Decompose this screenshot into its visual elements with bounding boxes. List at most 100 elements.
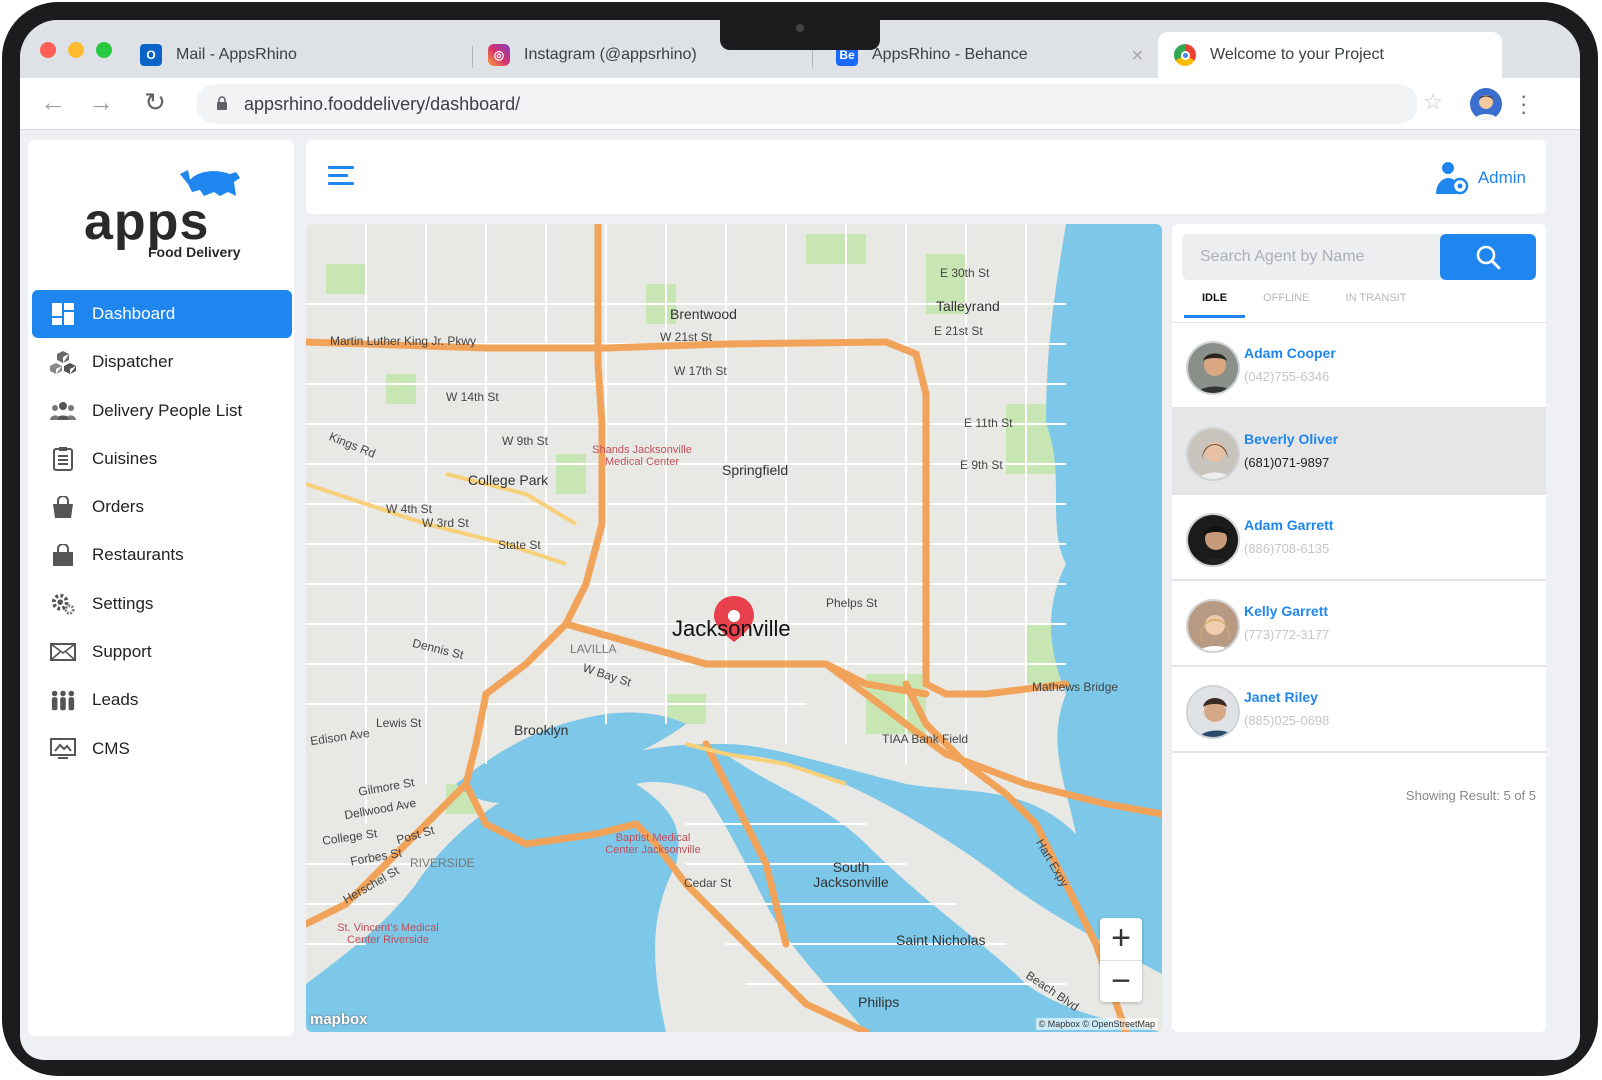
map-label-shands: Shands Jacksonville Medical Center [592, 444, 692, 468]
map-attribution[interactable]: © Mapbox © OpenStreetMap [1035, 1018, 1158, 1030]
maximize-window-button[interactable] [96, 42, 112, 58]
tab-close-icon[interactable]: ✕ [1131, 46, 1144, 66]
agent-name: Adam Cooper [1244, 345, 1336, 361]
sidebar-item-label: Dashboard [92, 304, 176, 323]
map-label-st-vincents: St. Vincent's Medical Center Riverside [337, 922, 439, 946]
minimize-window-button[interactable] [68, 42, 84, 58]
agent-name: Janet Riley [1244, 689, 1318, 705]
mapbox-logo[interactable]: mapbox [310, 1011, 368, 1028]
map-view[interactable]: Jacksonville Brentwood Talleyrand Spring… [306, 224, 1162, 1032]
sidebar-item-label: CMS [92, 738, 130, 758]
bookmark-star-icon[interactable]: ☆ [1418, 88, 1448, 118]
agent-row[interactable]: Adam Cooper (042)755-6346 [1172, 323, 1546, 409]
close-window-button[interactable] [40, 42, 56, 58]
browser-tab-project[interactable]: Welcome to your Project [1158, 32, 1502, 78]
sidebar-item-label: Delivery People List [92, 400, 243, 420]
agent-phone: (042)755-6346 [1244, 369, 1330, 384]
sidebar-item-dispatcher[interactable]: Dispatcher [32, 338, 292, 386]
top-bar: Admin [306, 140, 1546, 214]
map-label-talleyrand: Talleyrand [936, 298, 1000, 314]
admin-user-icon [1435, 162, 1469, 195]
profile-avatar[interactable] [1470, 88, 1502, 120]
map-label-cedar: Cedar St [684, 876, 732, 890]
tab-label: Instagram (@appsrhino) [524, 46, 697, 63]
sidebar-item-label: Leads [92, 690, 139, 710]
chrome-icon [1174, 44, 1196, 66]
agent-row[interactable]: Kelly Garrett (773)772-3177 [1172, 581, 1546, 667]
browser-toolbar: ← → ↻ appsrhino.fooddelivery/dashboard/ … [20, 78, 1580, 130]
agent-name: Adam Garrett [1244, 517, 1334, 533]
map-label-w17: W 17th St [674, 364, 727, 378]
admin-user-menu[interactable]: Admin [1434, 160, 1526, 196]
search-input[interactable]: Search Agent by Name [1200, 248, 1365, 266]
sidebar-item-label: Restaurants [92, 545, 184, 565]
device-frame: O Mail - AppsRhino ◎ Instagram (@appsrhi… [2, 2, 1598, 1076]
agent-row[interactable]: Adam Garrett (886)708-6135 [1172, 495, 1546, 581]
map-label-e11: E 11th St [964, 416, 1013, 430]
agent-status-tabs: IDLE OFFLINE IN TRANSIT [1184, 288, 1424, 318]
address-bar[interactable]: appsrhino.fooddelivery/dashboard/ [196, 84, 1418, 124]
map-label-riverside: RIVERSIDE [410, 856, 475, 870]
restaurants-icon [50, 542, 76, 568]
agent-name: Beverly Oliver [1244, 431, 1339, 447]
brand-logo-text: apps [84, 193, 210, 251]
sidebar-item-leads[interactable]: Leads [32, 676, 292, 724]
map-label-phelps: Phelps St [826, 596, 878, 610]
map-label-tiaa: TIAA Bank Field [882, 732, 969, 746]
map-label-saint-nicholas: Saint Nicholas [896, 932, 986, 948]
results-count: Showing Result: 5 of 5 [1405, 788, 1536, 803]
map-label-w14: W 14th St [446, 390, 499, 404]
sidebar-item-cuisines[interactable]: Cuisines [32, 435, 292, 483]
forward-arrow-icon[interactable]: → [86, 88, 116, 118]
url-text: appsrhino.fooddelivery/dashboard/ [244, 94, 521, 114]
instagram-icon: ◎ [488, 44, 510, 66]
map-label-e21: E 21st St [934, 324, 983, 338]
map-label-springfield: Springfield [722, 462, 789, 478]
map-label-e9: E 9th St [960, 458, 1003, 472]
dashboard-icon [50, 301, 76, 327]
browser-tab-mail[interactable]: O Mail - AppsRhino [124, 32, 464, 78]
reload-icon[interactable]: ↻ [140, 88, 170, 118]
zoom-out-button[interactable]: − [1100, 960, 1142, 1002]
sidebar-item-dashboard[interactable]: Dashboard [32, 290, 292, 338]
map-label-college-park: College Park [468, 472, 549, 488]
tab-idle[interactable]: IDLE [1184, 288, 1246, 318]
sidebar-item-restaurants[interactable]: Restaurants [32, 531, 292, 579]
avatar [1186, 599, 1240, 653]
sidebar-item-support[interactable]: Support [32, 628, 292, 676]
tab-label: Welcome to your Project [1210, 46, 1384, 63]
map-label-w3: W 3rd St [422, 516, 469, 530]
tab-label: AppsRhino - Behance [872, 46, 1028, 63]
avatar [1186, 685, 1240, 739]
map-city-label: Jacksonville [672, 616, 791, 641]
sidebar-item-delivery-people[interactable]: Delivery People List [32, 387, 292, 435]
sidebar-item-orders[interactable]: Orders [32, 483, 292, 531]
search-button[interactable] [1440, 234, 1536, 280]
agent-row[interactable]: Beverly Oliver (681)071-9897 [1172, 409, 1546, 495]
sidebar-item-label: Cuisines [92, 448, 158, 468]
outlook-icon: O [140, 44, 162, 66]
hamburger-menu-icon[interactable] [328, 166, 354, 190]
zoom-in-button[interactable]: + [1100, 918, 1142, 960]
tab-offline[interactable]: OFFLINE [1245, 288, 1327, 318]
map-label-philips: Philips [858, 994, 900, 1010]
agent-list: Adam Cooper (042)755-6346 Beverly Oliver… [1172, 322, 1546, 753]
leads-icon [50, 687, 76, 713]
sidebar-item-settings[interactable]: Settings [32, 580, 292, 628]
sidebar: apps Food Delivery Dashboard Dispatcher … [28, 140, 294, 1036]
tab-label: Mail - AppsRhino [176, 46, 297, 63]
tab-in-transit[interactable]: IN TRANSIT [1328, 288, 1425, 318]
sidebar-menu: Dashboard Dispatcher Delivery People Lis… [32, 290, 292, 773]
agent-phone: (773)772-3177 [1244, 627, 1330, 642]
back-arrow-icon[interactable]: ← [38, 88, 68, 118]
map-label-baptist: Baptist Medical Center Jacksonville [605, 832, 701, 856]
avatar [1186, 427, 1240, 481]
agent-phone: (681)071-9897 [1244, 455, 1330, 470]
map-label-w4: W 4th St [386, 502, 433, 516]
sidebar-item-cms[interactable]: CMS [32, 725, 292, 773]
agent-row[interactable]: Janet Riley (885)025-0698 [1172, 667, 1546, 753]
map-label-w21: W 21st St [660, 330, 713, 344]
map-label-mathews: Mathews Bridge [1032, 680, 1119, 694]
browser-menu-icon[interactable]: · · · [1520, 85, 1527, 123]
map-label-mlk: Martin Luther King Jr. Pkwy [330, 334, 477, 348]
